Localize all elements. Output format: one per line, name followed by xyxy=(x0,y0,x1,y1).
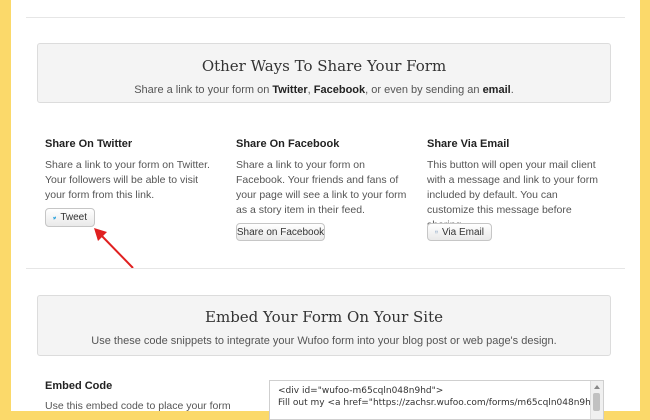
embed-code-textarea[interactable]: <div id="wufoo-m65cqln048n9hd"> Fill out… xyxy=(269,380,604,420)
email-button-label: Via Email xyxy=(441,226,484,238)
code-scrollbar[interactable] xyxy=(590,381,603,419)
share-panel: Other Ways To Share Your Form Share a li… xyxy=(37,43,611,103)
embed-panel-title: Embed Your Form On Your Site xyxy=(205,308,443,326)
facebook-column: Share On Facebook Share a link to your f… xyxy=(236,138,412,218)
tweet-button-label: Tweet xyxy=(60,212,87,223)
facebook-word: Facebook xyxy=(313,84,366,96)
via-email-button[interactable]: Via Email xyxy=(427,223,492,241)
twitter-text: Share a link to your form on Twitter. Yo… xyxy=(45,159,210,201)
twitter-bird-icon xyxy=(53,216,57,219)
twitter-column: Share On Twitter Share a link to your fo… xyxy=(45,138,221,203)
share-on-facebook-button[interactable]: Share on Facebook xyxy=(236,223,325,241)
embed-panel: Embed Your Form On Your Site Use these c… xyxy=(37,295,611,356)
twitter-heading: Share On Twitter xyxy=(45,138,133,150)
divider xyxy=(26,17,625,18)
share-desc-end: . xyxy=(510,84,514,96)
envelope-icon xyxy=(435,230,438,234)
share-panel-description: Share a link to your form on Twitter, Fa… xyxy=(38,84,610,96)
share-panel-title: Other Ways To Share Your Form xyxy=(201,57,447,75)
embed-code-description: Use this embed code to place your form xyxy=(45,400,231,412)
embed-code-heading: Embed Code xyxy=(45,380,113,392)
facebook-text: Share a link to your form on Facebook. Y… xyxy=(236,159,407,216)
facebook-button-label: Share on Facebook xyxy=(236,226,325,238)
embed-panel-description: Use these code snippets to integrate you… xyxy=(91,335,557,347)
email-text: This button will open your mail client w… xyxy=(427,159,598,231)
email-word: email xyxy=(482,84,511,96)
divider xyxy=(26,268,625,269)
facebook-heading: Share On Facebook xyxy=(236,138,340,150)
scroll-thumb[interactable] xyxy=(593,393,600,411)
page-content: Other Ways To Share Your Form Share a li… xyxy=(11,0,640,420)
email-heading: Share Via Email xyxy=(427,138,510,150)
code-line: Fill out my <a href="https://zachsr.wufo… xyxy=(278,398,604,408)
tweet-button[interactable]: Tweet xyxy=(45,208,95,227)
share-desc-text: , or even by sending an xyxy=(365,84,483,96)
twitter-word: Twitter xyxy=(272,84,308,96)
share-desc-text: Share a link to your form on xyxy=(134,84,273,96)
email-column: Share Via Email This button will open yo… xyxy=(427,138,603,233)
scroll-up-arrow-icon[interactable] xyxy=(594,385,600,389)
code-line: <div id="wufoo-m65cqln048n9hd"> xyxy=(278,386,444,396)
